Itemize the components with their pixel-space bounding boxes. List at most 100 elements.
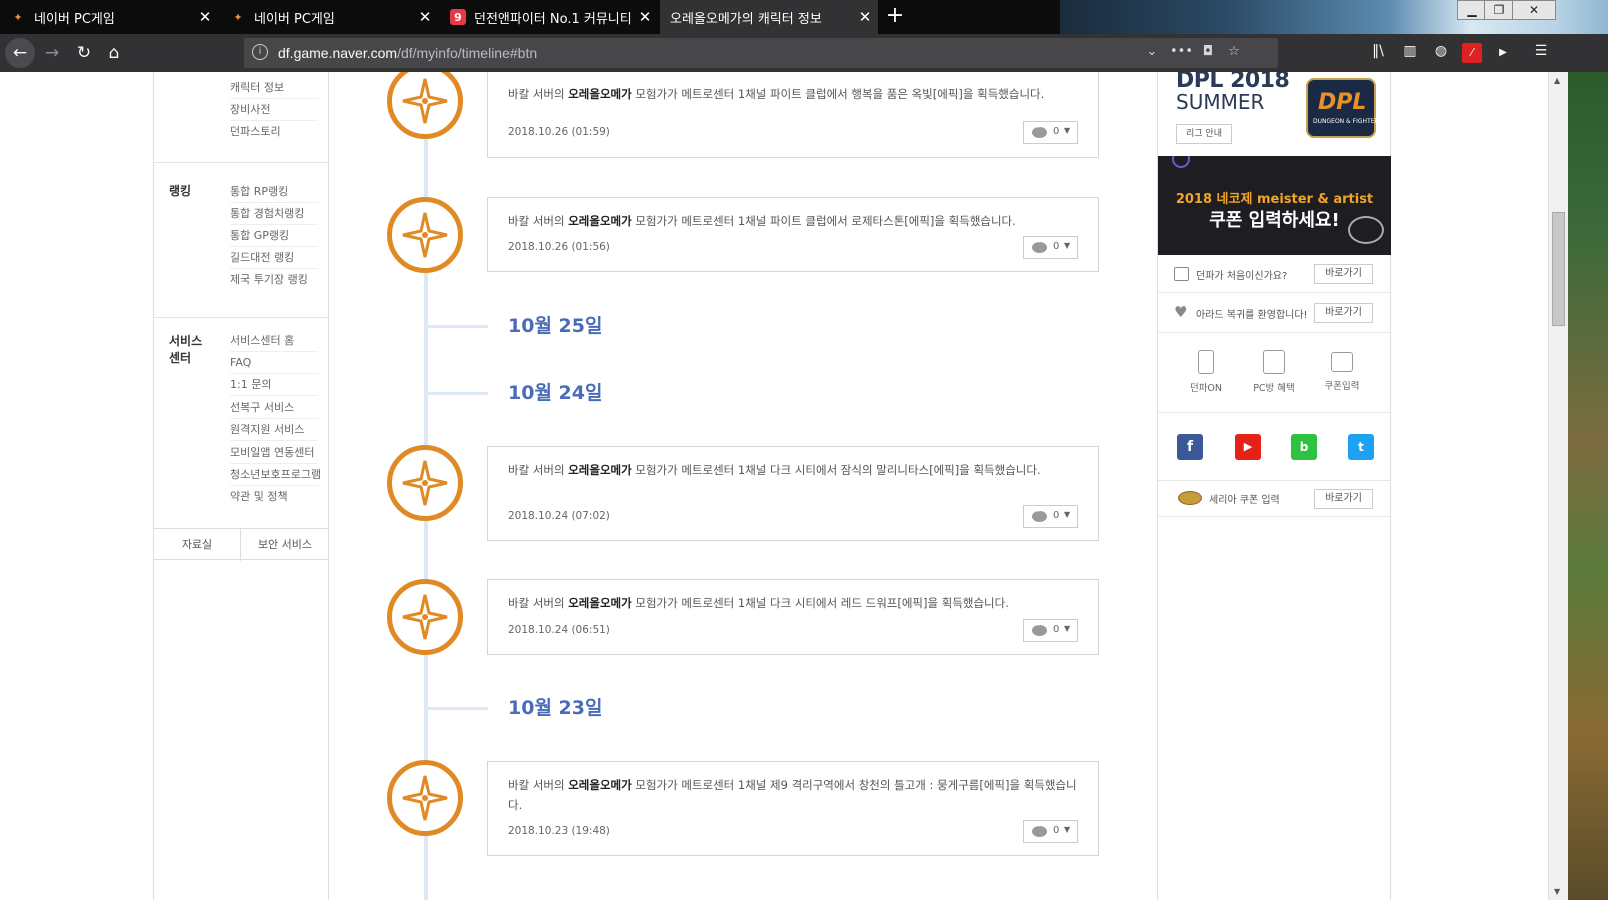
event-message: 바칼 서버의 오레올오메가 모험가가 메트로센터 1채널 파이트 클럽에서 행복… [508, 84, 1082, 104]
url-bar[interactable]: i df.game.naver.com/df/myinfo/timeline#b… [244, 38, 1278, 68]
nav-item-rp-ranking[interactable]: 통합 RP랭킹 [230, 181, 318, 203]
site-info-icon[interactable]: i [252, 44, 268, 60]
nav-item-terms[interactable]: 약관 및 정책 [230, 486, 318, 508]
character-name[interactable]: 오레올오메가 [568, 778, 631, 792]
minimize-button[interactable]: ▁ [1457, 0, 1487, 20]
close-icon[interactable]: ✕ [852, 8, 878, 26]
chevron-down-icon[interactable]: ⌄ [1142, 44, 1162, 62]
back-button[interactable]: ← [5, 38, 35, 68]
nav-item-youth[interactable]: 청소년보호프로그램 [230, 464, 321, 486]
timeline-card: 바칼 서버의 오레올오메가 모험가가 메트로센터 1채널 다크 시티에서 레드 … [487, 579, 1099, 655]
nav-item-mobile[interactable]: 모비일앱 연동센터 [230, 442, 318, 464]
nav-item-faq[interactable]: FAQ [230, 352, 318, 374]
tab-2[interactable]: ✦ 네이버 PC게임 ✕ [220, 0, 438, 34]
sidebar-icon[interactable]: ▥ [1400, 43, 1420, 63]
dpl-subtitle: SUMMER [1176, 90, 1265, 114]
site-9-icon: 9 [450, 9, 466, 25]
maximize-button[interactable]: ❐ [1484, 0, 1514, 20]
tab-4-active[interactable]: 오레올오메가의 캐릭터 정보 ✕ [660, 0, 878, 34]
tab-3[interactable]: 9 던전앤파이터 No.1 커뮤니티, 던 ✕ [440, 0, 658, 34]
comment-button[interactable]: 0▼ [1023, 820, 1078, 843]
scroll-up-icon[interactable]: ▲ [1554, 76, 1560, 85]
character-name[interactable]: 오레올오메가 [568, 463, 631, 477]
date-label: 10월 23일 [508, 697, 603, 719]
event-prefix: 바칼 서버의 [508, 87, 569, 101]
nav-item-character-info[interactable]: 캐릭터 정보 [230, 77, 318, 99]
checklist-icon [1174, 267, 1189, 281]
security-tab[interactable]: 보안 서비스 [242, 529, 328, 561]
character-name[interactable]: 오레올오메가 [568, 596, 631, 610]
nav-item-gp-ranking[interactable]: 통합 GP랭킹 [230, 225, 318, 247]
page-actions-icon[interactable]: ••• [1170, 44, 1193, 62]
chevron-down-icon: ▼ [1064, 510, 1071, 519]
nav-item-restore[interactable]: 선복구 서비스 [230, 397, 318, 419]
scroll-down-icon[interactable]: ▼ [1554, 887, 1560, 896]
event-prefix: 바칼 서버의 [508, 778, 569, 792]
close-icon[interactable]: ✕ [412, 8, 438, 26]
comment-count: 0 [1053, 126, 1060, 137]
extension-icon[interactable]: ⁄ [1462, 43, 1482, 63]
comment-button[interactable]: 0▼ [1023, 121, 1078, 144]
url-path: /df/myinfo/timeline#btn [397, 45, 538, 61]
home-button[interactable]: ⌂ [100, 39, 128, 67]
nav-item-exp-ranking[interactable]: 통합 경험치랭킹 [230, 203, 318, 225]
nav-item-story[interactable]: 던파스토리 [230, 121, 318, 143]
timeline-card: 바칼 서버의 오레올오메가 모험가가 메트로센터 1채널 파이트 클럽에서 행복… [487, 72, 1099, 158]
compass-star-icon [402, 460, 448, 506]
chevron-down-icon: ▼ [1064, 624, 1071, 633]
dpl-logo-text: DPL [1318, 90, 1367, 115]
archive-tab[interactable]: 자료실 [154, 529, 241, 561]
dpl-logo-subtext: DUNGEON & FIGHTER [1313, 118, 1379, 125]
youtube-ext-icon[interactable]: ▶ [1493, 43, 1513, 63]
event-message: 바칼 서버의 오레올오메가 모험가가 메트로센터 1채널 다크 시티에서 레드 … [508, 593, 1082, 613]
nav-item-remote[interactable]: 원격지원 서비스 [230, 419, 318, 441]
timeline-card: 바칼 서버의 오레올오메가 모험가가 메트로센터 1채널 파이트 클럽에서 로제… [487, 197, 1099, 272]
date-tick [426, 392, 488, 395]
bookmark-star-icon[interactable]: ☆ [1224, 44, 1244, 62]
comment-icon [1032, 621, 1047, 636]
nav-item-arena-ranking[interactable]: 제국 투기장 랭킹 [230, 269, 318, 291]
comment-button[interactable]: 0▼ [1023, 619, 1078, 642]
nav-item-service-home[interactable]: 서비스센터 홈 [230, 330, 318, 352]
nav-item-guild-ranking[interactable]: 길드대전 랭킹 [230, 247, 318, 269]
nav-item-equipment[interactable]: 장비사전 [230, 99, 318, 121]
coupon-banner-line2: 쿠폰 입력하세요! [1209, 210, 1340, 231]
page-scrollbar[interactable]: ▲ ▼ [1548, 72, 1568, 900]
comment-button[interactable]: 0▼ [1023, 236, 1078, 259]
event-time: 2018.10.24 (06:51) [508, 624, 610, 636]
window-close-button[interactable]: ✕ [1512, 0, 1556, 20]
decoration [1172, 156, 1190, 168]
seria-label: 세리아 쿠폰 입력 [1209, 495, 1280, 506]
character-name[interactable]: 오레올오메가 [568, 87, 631, 101]
library-icon[interactable]: ‖\ [1368, 43, 1388, 63]
comment-button[interactable]: 0▼ [1023, 505, 1078, 528]
seria-go-button[interactable]: 바로가기 [1314, 489, 1373, 509]
close-icon[interactable]: ✕ [192, 8, 218, 26]
coupon-banner[interactable]: 2018 네코제 meister & artist 쿠폰 입력하세요! [1158, 156, 1391, 255]
forward-button[interactable]: → [38, 39, 66, 67]
menu-icon[interactable]: ☰ [1531, 43, 1551, 63]
newbie-go-button[interactable]: 바로가기 [1314, 264, 1373, 284]
nav-item-inquiry[interactable]: 1:1 문의 [230, 374, 318, 396]
url-text[interactable]: df.game.naver.com/df/myinfo/timeline#btn [278, 45, 537, 61]
returning-go-button[interactable]: 바로가기 [1314, 303, 1373, 323]
dpl-banner[interactable]: DPL 2018 SUMMER DPL DUNGEON & FIGHTER 리그 … [1158, 72, 1390, 156]
event-time: 2018.10.26 (01:56) [508, 241, 610, 253]
coin-icon [1178, 491, 1202, 505]
bottom-tabs: 자료실 보안 서비스 [154, 528, 328, 561]
character-name[interactable]: 오레올오메가 [568, 214, 631, 228]
event-suffix: 모험가가 메트로센터 1채널 다크 시티에서 잠식의 말리니타스[에픽]을 획득… [631, 463, 1041, 477]
new-tab-button[interactable]: + [882, 3, 908, 29]
tab-1[interactable]: ✦ 네이버 PC게임 ✕ [0, 0, 218, 34]
league-info-button[interactable]: 리그 안내 [1176, 124, 1232, 144]
date-label: 10월 25일 [508, 315, 603, 337]
pocket-icon[interactable]: ◘ [1198, 44, 1218, 62]
chevron-down-icon: ▼ [1064, 825, 1071, 834]
globe-icon[interactable]: ◍ [1431, 43, 1451, 63]
scrollbar-thumb[interactable] [1552, 212, 1565, 326]
compass-star-icon [402, 212, 448, 258]
compass-star-icon [402, 594, 448, 640]
reload-button[interactable]: ↻ [70, 39, 98, 67]
desktop-background [1568, 72, 1608, 900]
close-icon[interactable]: ✕ [632, 8, 658, 26]
